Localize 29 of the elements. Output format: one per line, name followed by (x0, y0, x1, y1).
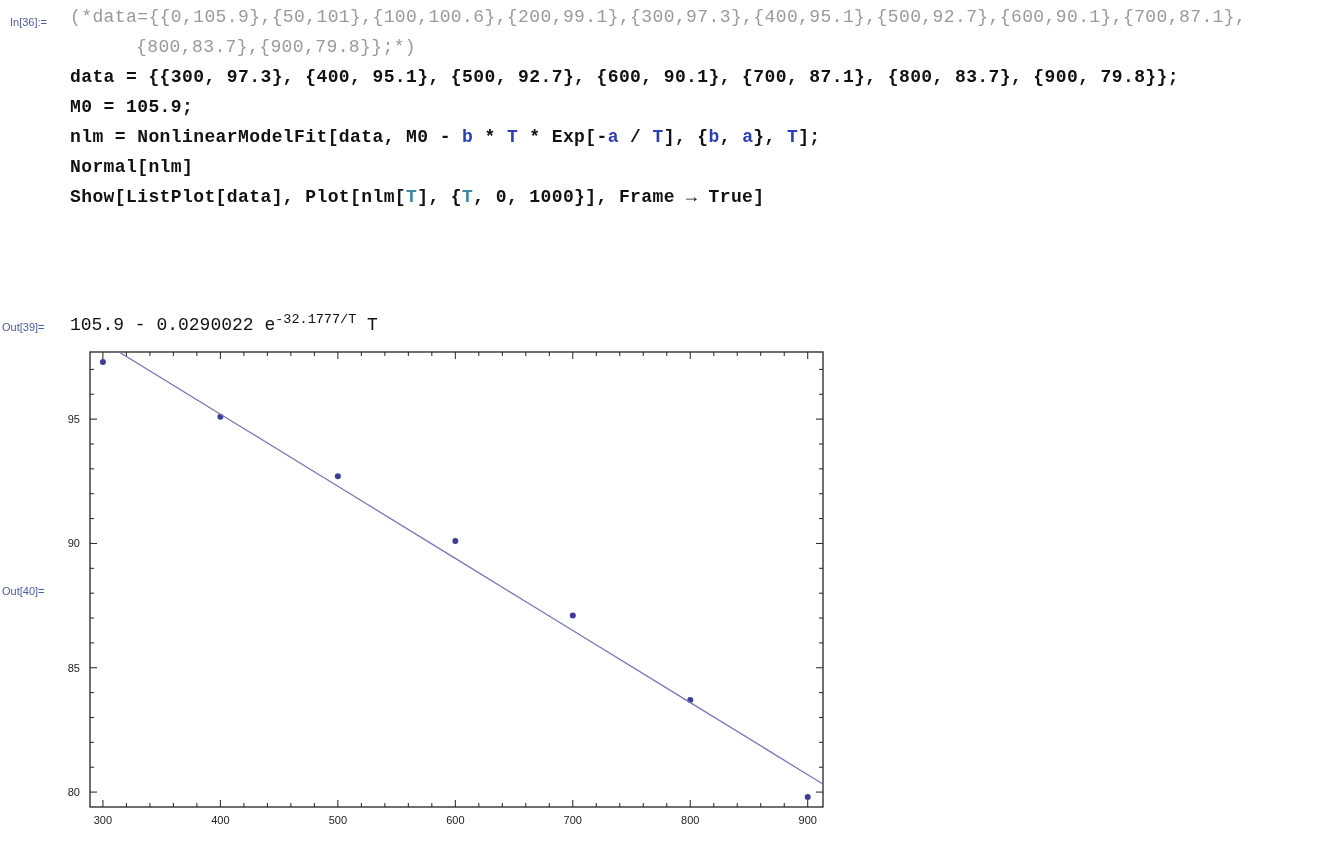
y-tick-label: 80 (67, 786, 80, 799)
cell-label: Out[39]= (2, 320, 45, 333)
data-point (804, 794, 811, 801)
code-line: M0 = 105.9; (69, 96, 195, 119)
x-tick-label: 600 (446, 814, 465, 826)
code-line: nlm = NonlinearModelFit[data, M0 - b * T * Exp[-a / T], {b, a}, T]; (69, 126, 822, 149)
data-point (217, 413, 224, 420)
x-tick-label: 300 (93, 814, 113, 826)
cell-label: Out[40]= (2, 585, 45, 597)
output-expression: 105.9 - 0.0290022 e$^{-32.1777/T}$ T (69, 312, 378, 337)
cell-label: In[36]:= (10, 16, 47, 28)
data-point (334, 473, 341, 480)
x-tick-label: 700 (563, 814, 582, 826)
x-tick-label: 500 (328, 814, 348, 826)
data-point (99, 358, 106, 365)
data-point (687, 697, 694, 704)
y-tick-label: 95 (67, 413, 80, 426)
y-tick-label: 90 (67, 537, 80, 550)
data-point (569, 612, 576, 619)
data-point (452, 537, 459, 544)
code-comment: {800,83.7},{900,79.8}};*) (135, 36, 418, 59)
code-line: Normal[nlm] (69, 156, 195, 179)
code-line: data = {{300, 97.3}, {400, 95.1}, {500, 92.7}, {600, 90.1}, {700, 87.1}, {800, 83.7}, {900, 79.8}}; (69, 66, 1180, 89)
y-tick-label: 85 (67, 661, 80, 674)
x-tick-label: 800 (681, 814, 700, 826)
code-comment: (*data={{0,105.9},{50,101},{100,100.6},{200,99.1},{300,97.3},{400,95.1},{500,92.7},{600,90.1},{700,87.1}, (69, 6, 1247, 29)
code-line: Show[ListPlot[data], Plot[nlm[T], {T, 0, 1000}], Frame → True] (69, 186, 766, 209)
x-tick-label: 400 (211, 814, 230, 826)
x-tick-label: 900 (798, 814, 817, 826)
